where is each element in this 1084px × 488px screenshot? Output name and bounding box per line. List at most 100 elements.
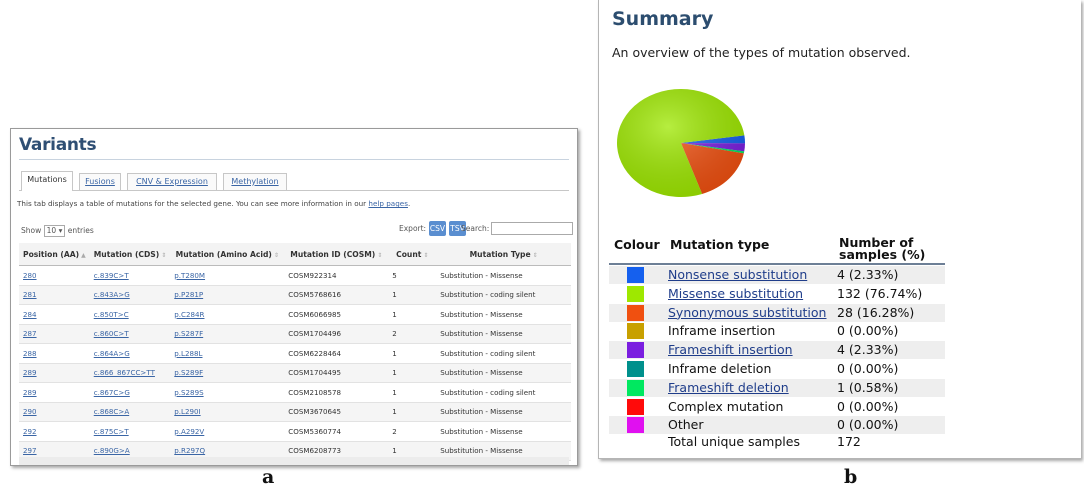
colour-swatch (627, 398, 644, 415)
mutation-type-cell: Substitution - coding silent (436, 343, 571, 364)
cosm-id-cell: COSM6228464 (284, 343, 389, 364)
mutation-type-label[interactable]: Frameshift insertion (668, 342, 793, 357)
mutation-type-cell: Substitution - Missense (436, 265, 571, 286)
entries-label: entries (67, 226, 94, 235)
cosm-id-cell: COSM5360774 (284, 421, 389, 442)
mutation-type-label[interactable]: Missense substitution (668, 286, 803, 301)
colour-swatch (627, 323, 644, 340)
variants-title: Variants (19, 135, 97, 155)
count-cell: 1 (388, 402, 437, 422)
column-header-label: Mutation Type (469, 249, 531, 259)
cds-cell[interactable]: c.839C>T (89, 265, 171, 286)
figure-label-a: a (262, 466, 275, 488)
mutation-type-cell: Substitution - Missense (436, 324, 571, 344)
tab-methylation[interactable]: Methylation (223, 173, 287, 190)
amino-acid-cell[interactable]: p.A292V (170, 421, 285, 442)
cosm-id-cell: COSM922314 (284, 265, 389, 286)
cds-cell[interactable]: c.860C>T (89, 324, 171, 344)
position-cell[interactable]: 290 (19, 402, 90, 422)
entries-select[interactable]: 10 ▾ (43, 225, 66, 237)
sample-count: 4 (2.33%) (837, 342, 899, 358)
amino-acid-cell[interactable]: p.L290I (170, 402, 285, 422)
sort-icon: ⇕ (532, 251, 538, 259)
total-label: Total unique samples (668, 434, 800, 449)
search-label: Search: (461, 224, 490, 233)
position-cell[interactable]: 292 (19, 421, 90, 442)
column-header[interactable]: Mutation (CDS) ⇕ (89, 243, 171, 266)
total-row: Total unique samples 172 (609, 432, 945, 450)
sample-count: 0 (0.00%) (837, 361, 899, 376)
colour-swatch (627, 285, 644, 302)
count-cell: 1 (388, 304, 437, 325)
cds-cell[interactable]: c.866_867CC>TT (89, 363, 171, 383)
column-header[interactable]: Position (AA) ▲ (19, 243, 90, 266)
amino-acid-cell[interactable]: p.S287F (170, 324, 285, 344)
column-header[interactable]: Mutation Type ⇕ (436, 243, 571, 266)
cds-cell[interactable]: c.868C>A (89, 402, 171, 422)
table-footer (19, 457, 569, 465)
entries-select-value: 10 (46, 226, 57, 235)
amino-acid-cell[interactable]: p.C284R (170, 304, 285, 325)
sample-count: 0 (0.00%) (837, 323, 899, 339)
position-cell[interactable]: 287 (19, 324, 90, 344)
help-pages-link[interactable]: help pages (368, 199, 408, 208)
pie-shading (617, 89, 745, 197)
tab-mutations[interactable]: Mutations (21, 171, 73, 191)
position-cell[interactable]: 280 (19, 265, 90, 286)
colour-swatch (627, 361, 644, 377)
figure-label-b: b (844, 466, 858, 488)
summary-row: Complex mutation 0 (0.00%) (609, 398, 945, 416)
mutation-type-cell: Substitution - Missense (436, 304, 571, 325)
position-cell[interactable]: 284 (19, 304, 90, 325)
mutation-type-cell: Substitution - coding silent (436, 285, 571, 305)
position-cell[interactable]: 281 (19, 285, 90, 305)
tab-description: This tab displays a table of mutations f… (17, 199, 410, 208)
header-number-line2: samples (%) (839, 247, 926, 262)
search-input[interactable] (491, 222, 573, 235)
csv-button[interactable]: CSV (429, 221, 446, 236)
summary-row: Nonsense substitution 4 (2.33%) (609, 266, 945, 284)
amino-acid-cell[interactable]: p.T280M (170, 265, 285, 286)
table-row: 287 c.860C>T p.S287F COSM1704496 2 Substituti… (19, 324, 571, 344)
column-header-label: Mutation (Amino Acid) (175, 249, 272, 259)
mutation-type-label[interactable]: Nonsense substitution (668, 267, 807, 282)
page-length-control: Show 10 ▾ entries (21, 225, 94, 237)
sort-icon: ⇕ (161, 251, 167, 259)
colour-swatch (627, 342, 644, 359)
tab-cnv-expression[interactable]: CNV & Expression (127, 173, 217, 190)
table-row: 284 c.850T>C p.C284R COSM6066985 1 Substituti… (19, 304, 571, 325)
mutation-type-label[interactable]: Frameshift deletion (668, 380, 789, 395)
position-cell[interactable]: 289 (19, 363, 90, 383)
summary-row: Frameshift insertion 4 (2.33%) (609, 341, 945, 360)
cds-cell[interactable]: c.850T>C (89, 304, 171, 325)
table-row: 289 c.867C>G p.S289S COSM2108578 1 Substituti… (19, 382, 571, 403)
column-header[interactable]: Mutation ID (COSM) ⇕ (284, 243, 389, 266)
sample-count: 132 (76.74%) (837, 285, 923, 301)
amino-acid-cell[interactable]: p.S289S (170, 382, 285, 403)
cds-cell[interactable]: c.875C>T (89, 421, 171, 442)
cosm-id-cell: COSM6066985 (284, 304, 389, 325)
count-cell: 1 (388, 343, 437, 364)
mutation-type-label[interactable]: Synonymous substitution (668, 305, 826, 320)
table-row: 288 c.864A>G p.L288L COSM6228464 1 Substituti… (19, 343, 571, 364)
tab-fusions[interactable]: Fusions (79, 173, 121, 190)
position-cell[interactable]: 289 (19, 382, 90, 403)
count-cell: 1 (388, 285, 437, 305)
amino-acid-cell[interactable]: p.P281P (170, 285, 285, 305)
cds-cell[interactable]: c.843A>G (89, 285, 171, 305)
position-cell[interactable]: 288 (19, 343, 90, 364)
column-header[interactable]: Count ⇕ (388, 243, 437, 266)
column-header[interactable]: Mutation (Amino Acid) ⇕ (170, 243, 285, 266)
summary-row: Synonymous substitution 28 (16.28%) (609, 303, 945, 322)
cosm-id-cell: COSM1704495 (284, 363, 389, 383)
mutation-type-label: Inframe deletion (668, 361, 772, 376)
amino-acid-cell[interactable]: p.L288L (170, 343, 285, 364)
total-value: 172 (837, 434, 861, 449)
cds-cell[interactable]: c.867C>G (89, 382, 171, 403)
amino-acid-cell[interactable]: p.S289F (170, 363, 285, 383)
show-label: Show (21, 226, 42, 235)
mutation-type-cell: Substitution - Missense (436, 421, 571, 442)
cds-cell[interactable]: c.864A>G (89, 343, 171, 364)
table-row: 292 c.875C>T p.A292V COSM5360774 2 Substituti… (19, 421, 571, 442)
mutation-type-label: Other (668, 417, 704, 433)
